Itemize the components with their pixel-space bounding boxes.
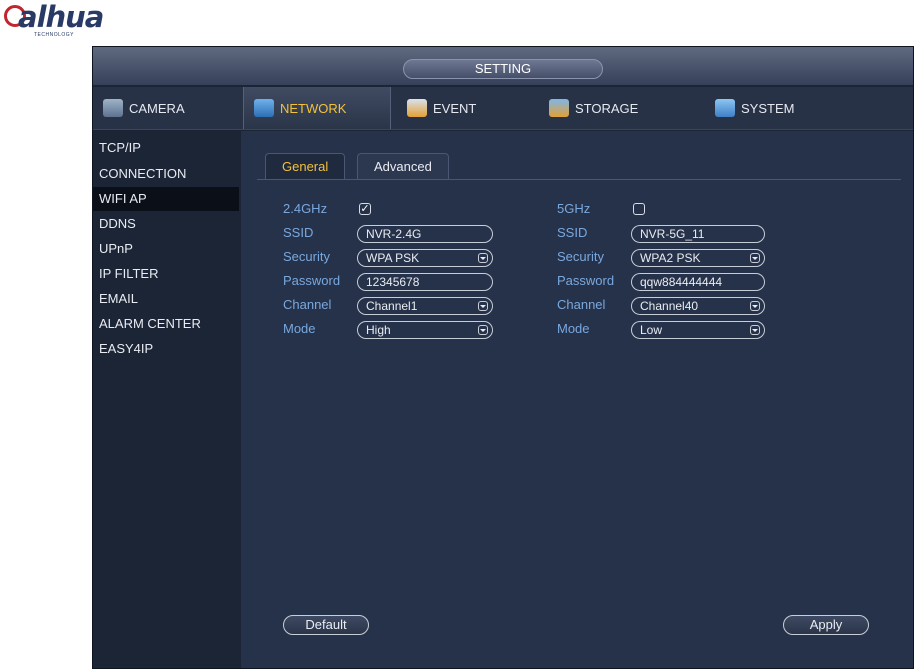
logo-text: alhua [18,0,104,34]
tab-system[interactable]: SYSTEM [705,87,855,129]
band-5-security-label: Security [557,249,604,264]
tab-camera[interactable]: CAMERA [93,87,239,129]
band-5-channel-select[interactable]: Channel40 [631,297,765,315]
band-24-password-label: Password [283,273,341,288]
band-24-checkbox[interactable]: ✓ [359,203,371,215]
system-icon [715,99,735,117]
band-5-password-input[interactable]: qqw884444444 [631,273,765,291]
band-5-security-select[interactable]: WPA2 PSK [631,249,765,267]
tab-storage-label: STORAGE [575,100,639,116]
chevron-down-icon [750,253,760,263]
band-5-channel-label: Channel [557,297,606,312]
band-5-mode-label: Mode [557,321,590,336]
band-24-password-input[interactable]: 12345678 [357,273,493,291]
band-24-security-value: WPA PSK [366,251,420,265]
tab-event-label: EVENT [433,100,477,116]
sidebar-item-connection[interactable]: CONNECTION [93,162,239,186]
settings-window: SETTING CAMERA NETWORK EVENT STORAGE SYS… [92,46,914,669]
sidebar-item-ddns[interactable]: DDNS [93,212,239,236]
tab-camera-label: CAMERA [129,100,185,116]
band-24-security-select[interactable]: WPA PSK [357,249,493,267]
band-24-channel-select[interactable]: Channel1 [357,297,493,315]
band-24-label: 2.4GHz [283,201,328,216]
event-icon [407,99,427,117]
band-5-mode-value: Low [640,323,663,337]
band-5-checkbox[interactable] [633,203,645,215]
band-5-ssid-label: SSID [557,225,588,240]
dahua-logo: alhua TECHNOLOGY [4,0,124,38]
band-24-ssid-input[interactable]: NVR-2.4G [357,225,493,243]
band-24-ssid-label: SSID [283,225,314,240]
network-sidebar: TCP/IP CONNECTION WIFI AP DDNS UPnP IP F… [93,131,239,668]
chevron-down-icon [478,325,488,335]
apply-button[interactable]: Apply [783,615,869,635]
network-icon [254,99,274,117]
tab-advanced[interactable]: Advanced [357,153,449,179]
band-24-mode-value: High [366,323,391,337]
logo-subtext: TECHNOLOGY [34,32,75,38]
band-5-mode-select[interactable]: Low [631,321,765,339]
band-24-security-label: Security [283,249,330,264]
storage-icon [549,99,569,117]
band-24-mode-label: Mode [283,321,316,336]
sidebar-item-ip-filter[interactable]: IP FILTER [93,262,239,286]
band-5-password-label: Password [557,273,615,288]
sidebar-item-wifi-ap[interactable]: WIFI AP [93,187,239,211]
title-bar: SETTING [93,47,913,85]
camera-icon [103,99,123,117]
band-5-ssid-input[interactable]: NVR-5G_11 [631,225,765,243]
tab-event[interactable]: EVENT [397,87,537,129]
tab-general[interactable]: General [265,153,346,179]
chevron-down-icon [478,301,488,311]
tab-network-label: NETWORK [280,100,347,116]
main-tab-bar: CAMERA NETWORK EVENT STORAGE SYSTEM [93,87,913,130]
tab-system-label: SYSTEM [741,100,795,116]
band-24-mode-select[interactable]: High [357,321,493,339]
sidebar-item-alarm-center[interactable]: ALARM CENTER [93,312,239,336]
band-5-channel-value: Channel40 [640,299,699,313]
tab-storage[interactable]: STORAGE [539,87,699,129]
sidebar-item-tcpip[interactable]: TCP/IP [93,137,239,161]
chevron-down-icon [750,301,760,311]
sidebar-item-upnp[interactable]: UPnP [93,237,239,261]
band-5-security-value: WPA2 PSK [640,251,701,265]
sidebar-item-email[interactable]: EMAIL [93,287,239,311]
sidebar-item-easy4ip[interactable]: EASY4IP [93,337,239,361]
wifi-ap-panel: General Advanced 2.4GHz ✓ SSID NVR-2.4G … [241,131,913,668]
band-5-label: 5GHz [557,201,591,216]
chevron-down-icon [478,253,488,263]
chevron-down-icon [750,325,760,335]
default-button[interactable]: Default [283,615,369,635]
window-title: SETTING [403,59,603,79]
tab-network[interactable]: NETWORK [243,87,391,129]
band-24-channel-value: Channel1 [366,299,418,313]
band-24-channel-label: Channel [283,297,332,312]
